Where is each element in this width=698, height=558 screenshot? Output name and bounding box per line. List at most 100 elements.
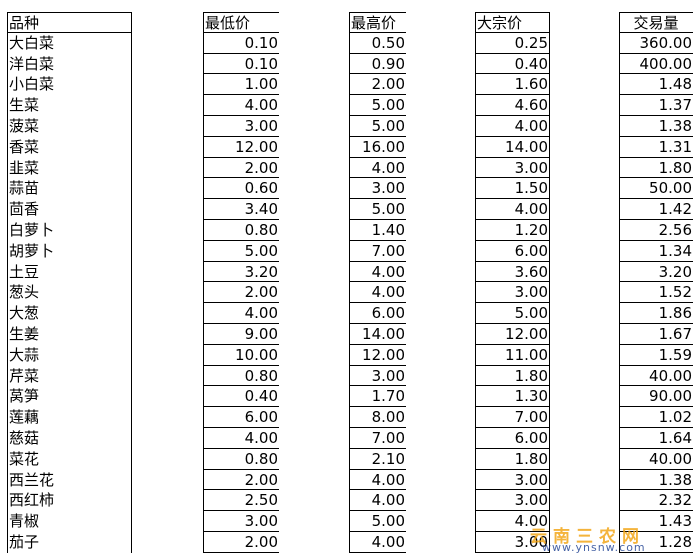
cell-volume[interactable]: 1.34 xyxy=(619,240,693,262)
cell-volume[interactable]: 40.00 xyxy=(619,448,693,470)
cell-volume[interactable]: 3.20 xyxy=(619,261,693,283)
cell-low-price[interactable]: 4.00 xyxy=(203,303,279,324)
cell-high-price[interactable]: 5.00 xyxy=(349,116,406,137)
cell-bulk-price[interactable]: 4.00 xyxy=(475,116,550,137)
cell-bulk-price[interactable]: 4.60 xyxy=(475,95,550,116)
cell-name[interactable]: 西红柿 xyxy=(7,490,132,512)
cell-bulk-price[interactable]: 0.40 xyxy=(475,53,550,75)
cell-low-price[interactable]: 0.80 xyxy=(203,448,279,470)
cell-low-price[interactable]: 2.00 xyxy=(203,157,279,179)
cell-high-price[interactable]: 1.70 xyxy=(349,386,406,408)
cell-low-price[interactable]: 2.00 xyxy=(203,469,279,491)
cell-volume[interactable]: 1.43 xyxy=(619,511,693,532)
cell-low-price[interactable]: 6.00 xyxy=(203,407,279,428)
cell-high-price[interactable]: 4.00 xyxy=(349,469,406,491)
cell-low-price[interactable]: 2.00 xyxy=(203,532,279,553)
cell-name[interactable]: 大葱 xyxy=(7,303,132,324)
cell-volume[interactable]: 1.31 xyxy=(619,136,693,158)
cell-volume[interactable]: 1.67 xyxy=(619,324,693,345)
cell-high-price[interactable]: 7.00 xyxy=(349,240,406,262)
cell-volume[interactable]: 2.32 xyxy=(619,490,693,512)
cell-high-price[interactable]: 4.00 xyxy=(349,157,406,179)
cell-volume[interactable]: 1.86 xyxy=(619,303,693,324)
cell-volume[interactable]: 1.37 xyxy=(619,95,693,116)
cell-low-price[interactable]: 9.00 xyxy=(203,324,279,345)
cell-bulk-price[interactable]: 12.00 xyxy=(475,324,550,345)
cell-high-price[interactable]: 12.00 xyxy=(349,344,406,366)
cell-bulk-price[interactable]: 1.50 xyxy=(475,178,550,200)
cell-name[interactable]: 韭菜 xyxy=(7,157,132,179)
cell-low-price[interactable]: 1.00 xyxy=(203,74,279,96)
cell-volume[interactable]: 1.52 xyxy=(619,282,693,304)
cell-name[interactable]: 生姜 xyxy=(7,324,132,345)
cell-bulk-price[interactable]: 3.00 xyxy=(475,469,550,491)
cell-volume[interactable]: 50.00 xyxy=(619,178,693,200)
cell-high-price[interactable]: 8.00 xyxy=(349,407,406,428)
cell-bulk-price[interactable]: 3.00 xyxy=(475,157,550,179)
cell-high-price[interactable]: 0.50 xyxy=(349,32,406,54)
cell-low-price[interactable]: 3.00 xyxy=(203,511,279,532)
cell-name[interactable]: 大白菜 xyxy=(7,32,132,54)
cell-low-price[interactable]: 0.80 xyxy=(203,365,279,387)
cell-high-price[interactable]: 0.90 xyxy=(349,53,406,75)
cell-bulk-price[interactable]: 1.20 xyxy=(475,220,550,241)
cell-low-price[interactable]: 0.10 xyxy=(203,32,279,54)
cell-low-price[interactable]: 0.60 xyxy=(203,178,279,200)
cell-volume[interactable]: 40.00 xyxy=(619,365,693,387)
header-low-price[interactable]: 最低价 xyxy=(203,12,279,33)
cell-volume[interactable]: 1.38 xyxy=(619,116,693,137)
cell-bulk-price[interactable]: 1.60 xyxy=(475,74,550,96)
cell-high-price[interactable]: 4.00 xyxy=(349,261,406,283)
cell-name[interactable]: 蒜苗 xyxy=(7,178,132,200)
cell-bulk-price[interactable]: 6.00 xyxy=(475,428,550,449)
cell-name[interactable]: 青椒 xyxy=(7,511,132,532)
cell-name[interactable]: 大蒜 xyxy=(7,344,132,366)
cell-low-price[interactable]: 4.00 xyxy=(203,428,279,449)
cell-high-price[interactable]: 14.00 xyxy=(349,324,406,345)
cell-volume[interactable]: 1.64 xyxy=(619,428,693,449)
cell-name[interactable]: 洋白菜 xyxy=(7,53,132,75)
cell-bulk-price[interactable]: 3.00 xyxy=(475,282,550,304)
cell-low-price[interactable]: 5.00 xyxy=(203,240,279,262)
cell-high-price[interactable]: 4.00 xyxy=(349,532,406,553)
cell-bulk-price[interactable]: 3.00 xyxy=(475,532,550,553)
cell-name[interactable]: 葱头 xyxy=(7,282,132,304)
cell-name[interactable]: 白萝卜 xyxy=(7,220,132,241)
header-volume[interactable]: 交易量 xyxy=(619,12,693,33)
cell-high-price[interactable]: 4.00 xyxy=(349,282,406,304)
cell-bulk-price[interactable]: 14.00 xyxy=(475,136,550,158)
cell-high-price[interactable]: 2.10 xyxy=(349,448,406,470)
cell-high-price[interactable]: 6.00 xyxy=(349,303,406,324)
cell-low-price[interactable]: 0.40 xyxy=(203,386,279,408)
cell-bulk-price[interactable]: 1.30 xyxy=(475,386,550,408)
cell-low-price[interactable]: 2.00 xyxy=(203,282,279,304)
cell-bulk-price[interactable]: 11.00 xyxy=(475,344,550,366)
cell-low-price[interactable]: 0.10 xyxy=(203,53,279,75)
cell-name[interactable]: 西兰花 xyxy=(7,469,132,491)
cell-volume[interactable]: 1.38 xyxy=(619,469,693,491)
cell-volume[interactable]: 1.42 xyxy=(619,199,693,220)
cell-high-price[interactable]: 3.00 xyxy=(349,178,406,200)
cell-high-price[interactable]: 16.00 xyxy=(349,136,406,158)
header-bulk-price[interactable]: 大宗价 xyxy=(475,12,550,33)
cell-bulk-price[interactable]: 3.60 xyxy=(475,261,550,283)
cell-low-price[interactable]: 3.20 xyxy=(203,261,279,283)
cell-volume[interactable]: 1.28 xyxy=(619,532,693,553)
cell-volume[interactable]: 1.80 xyxy=(619,157,693,179)
cell-bulk-price[interactable]: 4.00 xyxy=(475,511,550,532)
cell-name[interactable]: 莴笋 xyxy=(7,386,132,408)
cell-bulk-price[interactable]: 7.00 xyxy=(475,407,550,428)
cell-name[interactable]: 茄子 xyxy=(7,532,132,553)
cell-volume[interactable]: 1.48 xyxy=(619,74,693,96)
cell-low-price[interactable]: 10.00 xyxy=(203,344,279,366)
cell-name[interactable]: 茴香 xyxy=(7,199,132,220)
cell-bulk-price[interactable]: 5.00 xyxy=(475,303,550,324)
cell-name[interactable]: 小白菜 xyxy=(7,74,132,96)
cell-bulk-price[interactable]: 6.00 xyxy=(475,240,550,262)
cell-bulk-price[interactable]: 4.00 xyxy=(475,199,550,220)
cell-name[interactable]: 慈菇 xyxy=(7,428,132,449)
cell-high-price[interactable]: 4.00 xyxy=(349,490,406,512)
cell-name[interactable]: 生菜 xyxy=(7,95,132,116)
cell-name[interactable]: 土豆 xyxy=(7,261,132,283)
cell-bulk-price[interactable]: 0.25 xyxy=(475,32,550,54)
